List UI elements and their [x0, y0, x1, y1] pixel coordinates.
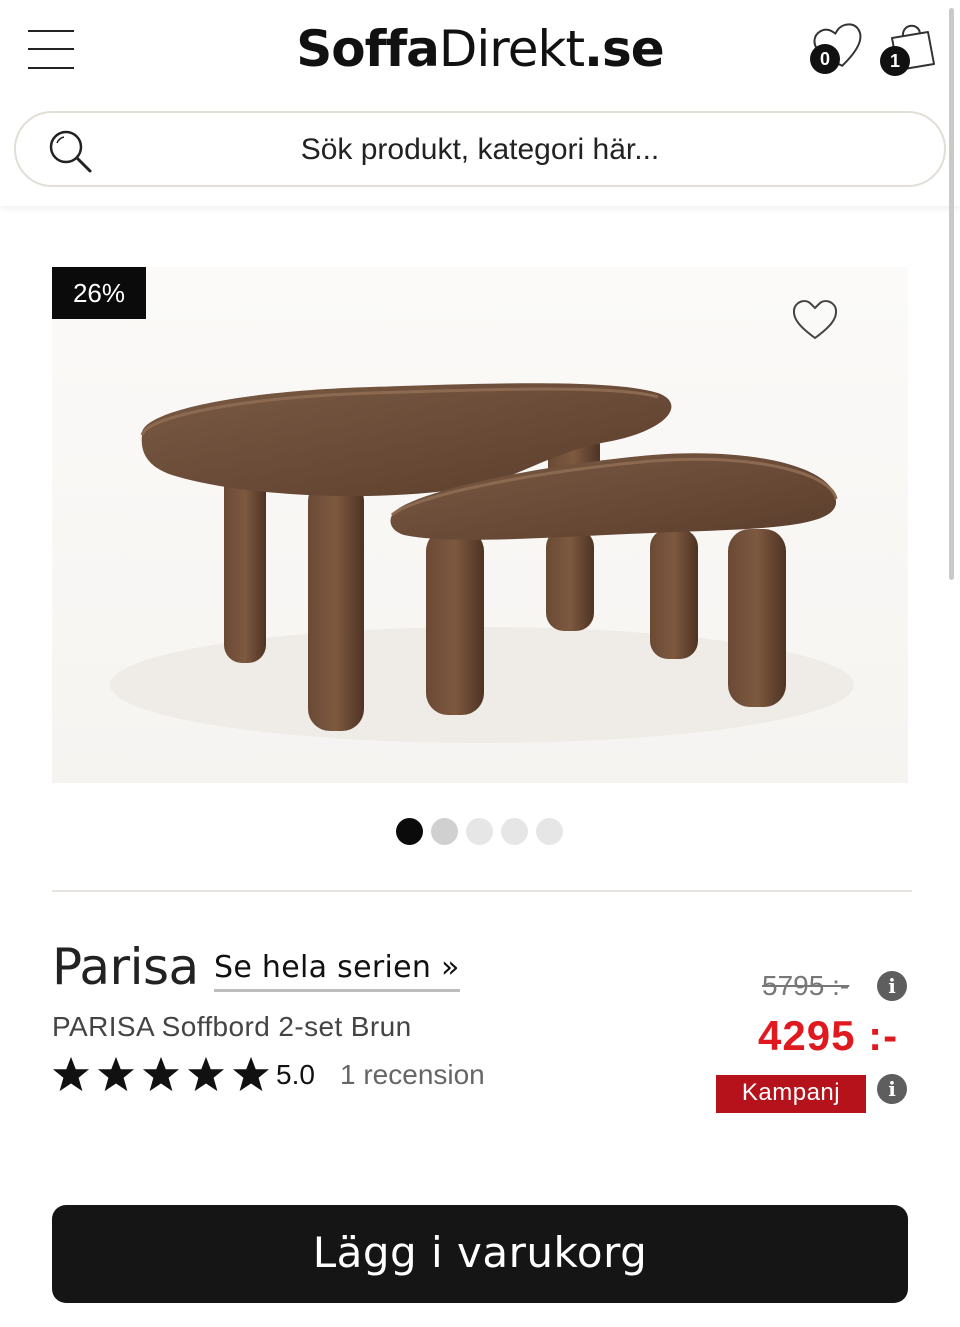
favorite-heart-icon[interactable] [790, 296, 840, 342]
gallery-dot[interactable] [431, 818, 458, 845]
campaign-badge: Kampanj [716, 1075, 866, 1113]
logo-bold-text: Soffa [296, 20, 440, 78]
info-icon[interactable]: i [877, 971, 907, 1001]
discount-badge: 26% [52, 267, 146, 319]
wishlist-button[interactable]: 0 [808, 20, 870, 74]
coffee-table-set-image [110, 383, 854, 743]
old-price: 5795 :- [762, 970, 850, 1001]
product-name: PARISA Soffbord 2-set Brun [52, 1011, 412, 1042]
star-icon [97, 1056, 135, 1092]
series-link[interactable]: Se hela serien » [214, 950, 460, 992]
cart-count: 1 [880, 46, 910, 76]
gallery-dot[interactable] [536, 818, 563, 845]
page-scrollbar[interactable] [949, 8, 954, 580]
logo-suffix-text: .se [584, 20, 665, 78]
star-icon [52, 1056, 90, 1092]
rating-value: 5.0 [276, 1059, 315, 1090]
cart-button[interactable]: 1 [876, 16, 938, 76]
info-icon[interactable]: i [877, 1074, 907, 1104]
gallery-dot[interactable] [396, 818, 423, 845]
site-header: SoffaDirekt.se 0 1 Sök produkt, kategori… [0, 0, 960, 206]
gallery-dot[interactable] [466, 818, 493, 845]
search-placeholder: Sök produkt, kategori här... [300, 133, 660, 166]
current-price: 4295 :- [758, 1012, 899, 1059]
add-to-cart-button[interactable]: Lägg i varukorg [52, 1205, 908, 1303]
product-image[interactable] [52, 267, 908, 783]
divider [52, 890, 912, 892]
search-bar[interactable]: Sök produkt, kategori här... [14, 111, 946, 187]
logo-light-text: Direkt [438, 20, 585, 78]
product-brand: Parisa [52, 938, 199, 996]
review-count-link[interactable]: 1 recension [340, 1059, 485, 1091]
wishlist-count: 0 [810, 44, 840, 74]
star-icon [187, 1056, 225, 1092]
star-icon [142, 1056, 180, 1092]
gallery-dot[interactable] [501, 818, 528, 845]
star-icon [232, 1056, 270, 1092]
